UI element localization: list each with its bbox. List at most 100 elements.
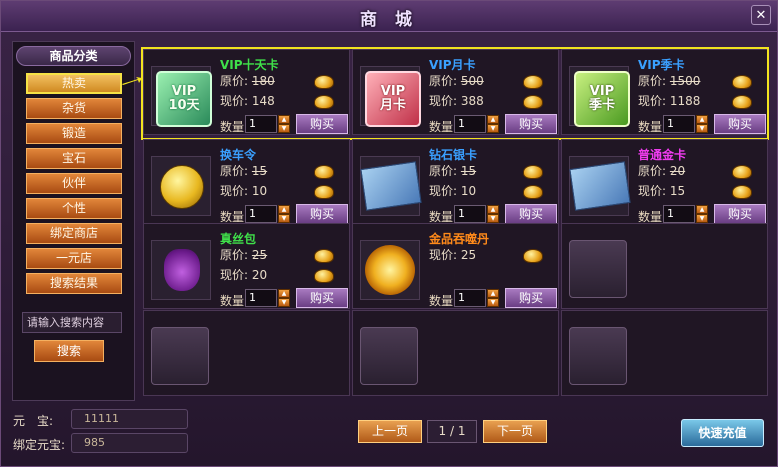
quantity-input[interactable]: 1 <box>663 115 695 133</box>
current-price: 25 <box>460 248 477 262</box>
quantity-down-icon[interactable]: ▼ <box>696 214 708 223</box>
yuanbao-label: 元 宝: <box>13 414 54 428</box>
buy-button[interactable]: 购买 <box>714 204 766 224</box>
quantity-down-icon[interactable]: ▼ <box>487 124 499 133</box>
ingot-icon <box>732 165 752 179</box>
category-gem[interactable]: 宝石 <box>26 148 122 169</box>
current-price: 1188 <box>669 94 701 108</box>
original-price-label: 原价: <box>220 248 249 262</box>
quantity-up-icon[interactable]: ▲ <box>487 289 499 298</box>
quantity-up-icon[interactable]: ▲ <box>278 115 290 124</box>
quantity-label: 数量 <box>220 294 245 308</box>
item-name: 真丝包 <box>220 232 257 246</box>
item-card-car-token: 换车令 原价: 15 现价: 10 数量 1 ▲ ▼ 购买 <box>143 139 350 225</box>
diamond-silver-card-icon[interactable] <box>360 156 422 216</box>
quick-recharge-button[interactable]: 快速充值 <box>681 419 764 447</box>
ingot-icon <box>732 185 752 199</box>
quantity-input[interactable]: 1 <box>245 115 277 133</box>
current-price-label: 现价: <box>220 94 249 108</box>
ingot-icon <box>732 75 752 89</box>
category-one-yuan[interactable]: 一元店 <box>26 248 122 269</box>
current-price: 388 <box>460 94 484 108</box>
vip-ten-day-card-icon[interactable]: VIP 10天 <box>151 66 212 127</box>
item-name: 金品吞噬丹 <box>429 232 490 246</box>
card-text: 月卡 <box>379 98 406 113</box>
item-card-vip-10day: VIP 10天 VIP十天卡 原价: 180 现价: 148 数量 1 ▲ ▼ … <box>143 49 350 135</box>
empty-slot-icon <box>360 327 418 385</box>
quantity-up-icon[interactable]: ▲ <box>696 205 708 214</box>
buy-button[interactable]: 购买 <box>296 114 348 134</box>
ingot-icon <box>314 185 334 199</box>
search-button[interactable]: 搜索 <box>34 340 104 362</box>
item-card-vip-month: VIP 月卡 VIP月卡 原价: 500 现价: 388 数量 1 ▲ ▼ 购买 <box>352 49 559 135</box>
ingot-icon <box>523 95 543 109</box>
prev-page-button[interactable]: 上一页 <box>358 420 422 443</box>
vip-season-card-icon[interactable]: VIP 季卡 <box>569 66 630 127</box>
buy-button[interactable]: 购买 <box>505 114 557 134</box>
ingot-icon <box>523 75 543 89</box>
category-bound-shop[interactable]: 绑定商店 <box>26 223 122 244</box>
current-price: 10 <box>251 184 268 198</box>
quantity-input[interactable]: 1 <box>245 289 277 307</box>
card-text: 季卡 <box>588 98 615 113</box>
buy-button[interactable]: 购买 <box>714 114 766 134</box>
original-price-label: 原价: <box>638 74 667 88</box>
close-icon[interactable]: ✕ <box>751 5 771 25</box>
quantity-up-icon[interactable]: ▲ <box>278 205 290 214</box>
buy-button[interactable]: 购买 <box>505 288 557 308</box>
quantity-input[interactable]: 1 <box>454 115 486 133</box>
category-personal[interactable]: 个性 <box>26 198 122 219</box>
category-misc[interactable]: 杂货 <box>26 98 122 119</box>
category-forge[interactable]: 锻造 <box>26 123 122 144</box>
empty-slot-icon <box>569 240 627 298</box>
original-price-label: 原价: <box>220 164 249 178</box>
quantity-down-icon[interactable]: ▼ <box>278 214 290 223</box>
original-price-label: 原价: <box>429 164 458 178</box>
next-page-button[interactable]: 下一页 <box>483 420 547 443</box>
search-input[interactable]: 请输入搜索内容 <box>22 312 122 333</box>
original-price: 500 <box>460 74 484 88</box>
ingot-icon <box>314 249 334 263</box>
quantity-up-icon[interactable]: ▲ <box>696 115 708 124</box>
quantity-down-icon[interactable]: ▼ <box>696 124 708 133</box>
window-title: 商 城 <box>360 10 418 30</box>
silk-bag-icon[interactable] <box>151 240 211 300</box>
original-price: 20 <box>669 164 686 178</box>
item-name: VIP月卡 <box>429 58 476 72</box>
ingot-icon <box>314 269 334 283</box>
quantity-down-icon[interactable]: ▼ <box>487 298 499 307</box>
quantity-label: 数量 <box>429 294 454 308</box>
quantity-input[interactable]: 1 <box>245 205 277 223</box>
item-card-diamond-silver: 钻石银卡 原价: 15 现价: 10 数量 1 ▲ ▼ 购买 <box>352 139 559 225</box>
card-text: VIP <box>589 84 615 99</box>
quantity-down-icon[interactable]: ▼ <box>487 214 499 223</box>
gold-token-icon[interactable] <box>151 156 211 216</box>
current-price-label: 现价: <box>220 184 249 198</box>
quantity-input[interactable]: 1 <box>454 205 486 223</box>
original-price-label: 原价: <box>220 74 249 88</box>
buy-button[interactable]: 购买 <box>296 204 348 224</box>
card-text: VIP <box>171 84 197 99</box>
buy-button[interactable]: 购买 <box>505 204 557 224</box>
current-price-label: 现价: <box>638 94 667 108</box>
quantity-input[interactable]: 1 <box>663 205 695 223</box>
empty-slot-icon <box>569 327 627 385</box>
quantity-up-icon[interactable]: ▲ <box>487 115 499 124</box>
quantity-up-icon[interactable]: ▲ <box>278 289 290 298</box>
empty-slot <box>143 310 350 396</box>
current-price-label: 现价: <box>638 184 667 198</box>
category-partner[interactable]: 伙伴 <box>26 173 122 194</box>
item-name: 钻石银卡 <box>429 148 478 162</box>
golden-pill-icon[interactable] <box>360 240 420 300</box>
category-hot[interactable]: 热卖 <box>26 73 122 94</box>
quantity-input[interactable]: 1 <box>454 289 486 307</box>
quantity-down-icon[interactable]: ▼ <box>278 298 290 307</box>
buy-button[interactable]: 购买 <box>296 288 348 308</box>
current-price-label: 现价: <box>429 184 458 198</box>
category-search-results[interactable]: 搜索结果 <box>26 273 122 294</box>
original-price: 15 <box>460 164 477 178</box>
quantity-up-icon[interactable]: ▲ <box>487 205 499 214</box>
vip-month-card-icon[interactable]: VIP 月卡 <box>360 66 421 127</box>
quantity-down-icon[interactable]: ▼ <box>278 124 290 133</box>
gold-card-icon[interactable] <box>569 156 631 216</box>
